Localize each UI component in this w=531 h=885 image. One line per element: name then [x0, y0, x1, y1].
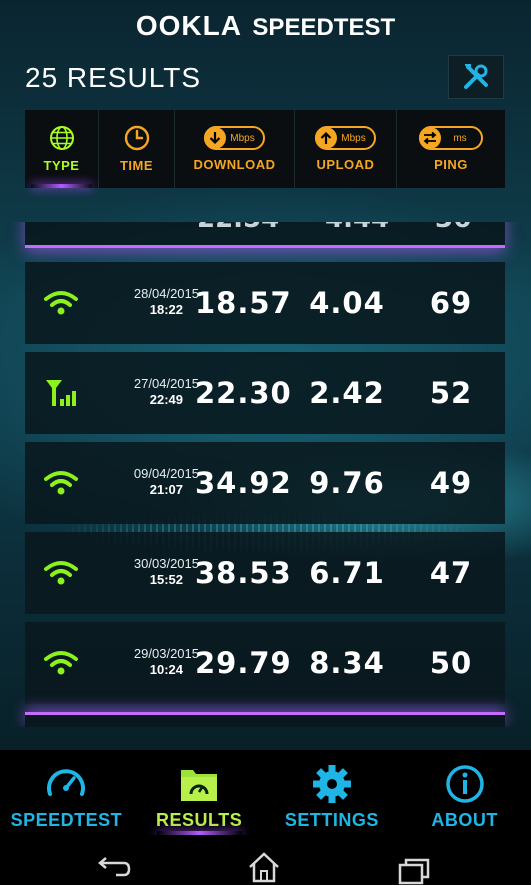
result-download: 29.79: [195, 646, 292, 680]
result-upload: 6.71: [309, 556, 385, 590]
result-time: 18:22: [149, 302, 183, 317]
result-time: 10:24: [149, 662, 183, 677]
nav-settings-label: SETTINGS: [284, 810, 379, 830]
result-time: 22:49: [149, 392, 183, 407]
nav-about-label: ABOUT: [431, 810, 498, 830]
sort-download[interactable]: Mbps DOWNLOAD: [175, 110, 295, 188]
results-count: 25 RESULTS: [25, 62, 201, 93]
gear-icon: [312, 765, 351, 803]
result-row[interactable]: 09/04/2015 21:07 34.92 9.76 49: [25, 442, 505, 524]
sort-upload[interactable]: Mbps UPLOAD: [295, 110, 397, 188]
home-icon[interactable]: [246, 851, 282, 883]
list-end-glow: [25, 712, 505, 727]
clock-icon: [124, 125, 149, 151]
result-time: 21:07: [149, 482, 183, 497]
result-download: 22.30: [195, 376, 292, 410]
nav-speedtest-label: SPEEDTEST: [10, 810, 123, 830]
result-date: 30/03/2015: [133, 556, 199, 571]
ping-unit-pill: ms: [419, 126, 483, 150]
sort-download-label: DOWNLOAD: [193, 157, 276, 172]
result-row[interactable]: 28/04/2015 18:22 18.57 4.04 69: [25, 262, 505, 344]
wifi-icon: [44, 651, 78, 675]
result-ping: 69: [429, 286, 473, 320]
info-icon: [445, 765, 484, 803]
upload-unit: Mbps: [341, 132, 366, 144]
result-time: 15:52: [149, 572, 183, 587]
result-row[interactable]: 29/03/2015 10:24 29.79 8.34 50: [25, 622, 505, 704]
result-row-partial[interactable]: 22.54 4.44 36: [25, 222, 505, 248]
nav-about[interactable]: ABOUT: [398, 750, 531, 835]
tools-icon: [464, 64, 488, 89]
result-ping: 49: [429, 466, 473, 500]
result-download: 38.53: [195, 556, 292, 590]
sort-time-label: TIME: [119, 158, 154, 173]
back-icon[interactable]: [96, 853, 132, 881]
globe-icon: [49, 126, 74, 150]
nav-results[interactable]: RESULTS: [133, 750, 266, 835]
cell-signal-icon: [46, 380, 76, 406]
recent-apps-icon[interactable]: [396, 857, 432, 885]
sort-ping[interactable]: ms PING: [397, 110, 505, 188]
result-ping: 47: [429, 556, 473, 590]
sort-ping-label: PING: [434, 157, 468, 172]
download-arrow-icon: [209, 132, 221, 145]
bottom-nav: SPEEDTEST RESULTS SETTINGS ABOUT: [0, 750, 531, 835]
result-date: 28/04/2015: [133, 286, 199, 301]
result-upload: 4.04: [309, 286, 385, 320]
result-row[interactable]: 27/04/2015 22:49 22.30 2.42 52: [25, 352, 505, 434]
wifi-icon: [44, 561, 78, 585]
wifi-icon: [44, 291, 78, 315]
result-ping: 52: [429, 376, 473, 410]
result-ping: 50: [429, 646, 473, 680]
ping-unit: ms: [453, 132, 467, 144]
sort-type-label: TYPE: [43, 158, 80, 173]
results-folder-icon: [181, 770, 218, 801]
system-nav-bar: [0, 835, 531, 885]
result-date: 27/04/2015: [133, 376, 199, 391]
speedometer-icon: [47, 769, 86, 796]
result-row[interactable]: 30/03/2015 15:52 38.53 6.71 47: [25, 532, 505, 614]
sort-bar: TYPE TIME Mbps DOWNLOAD Mbps UPLOAD ms P…: [25, 110, 505, 188]
nav-speedtest[interactable]: SPEEDTEST: [0, 750, 133, 835]
nav-results-label: RESULTS: [156, 810, 243, 830]
sort-time[interactable]: TIME: [99, 110, 175, 188]
result-date: 29/03/2015: [133, 646, 199, 661]
tools-button[interactable]: [448, 55, 504, 99]
result-download: 34.92: [195, 466, 292, 500]
result-upload: 9.76: [309, 466, 385, 500]
result-upload: 8.34: [309, 646, 385, 680]
wifi-icon: [44, 471, 78, 495]
ping-arrows-icon: [423, 131, 437, 145]
brand-logo: OOKLA SPEEDTEST: [0, 10, 531, 42]
upload-arrow-icon: [320, 131, 332, 144]
result-download: 18.57: [195, 286, 292, 320]
upload-unit-pill: Mbps: [315, 126, 376, 150]
brand-ookla: OOKLA: [135, 10, 242, 41]
download-unit: Mbps: [230, 132, 255, 144]
sort-type[interactable]: TYPE: [25, 110, 99, 188]
sort-upload-label: UPLOAD: [316, 157, 375, 172]
brand-product: SPEEDTEST: [252, 14, 396, 41]
result-upload: 2.42: [309, 376, 385, 410]
result-date: 09/04/2015: [133, 466, 199, 481]
nav-settings[interactable]: SETTINGS: [266, 750, 399, 835]
results-list[interactable]: 22.54 4.44 36 28/04/2015 18:22 18.57 4.0…: [0, 222, 531, 727]
download-unit-pill: Mbps: [204, 126, 265, 150]
